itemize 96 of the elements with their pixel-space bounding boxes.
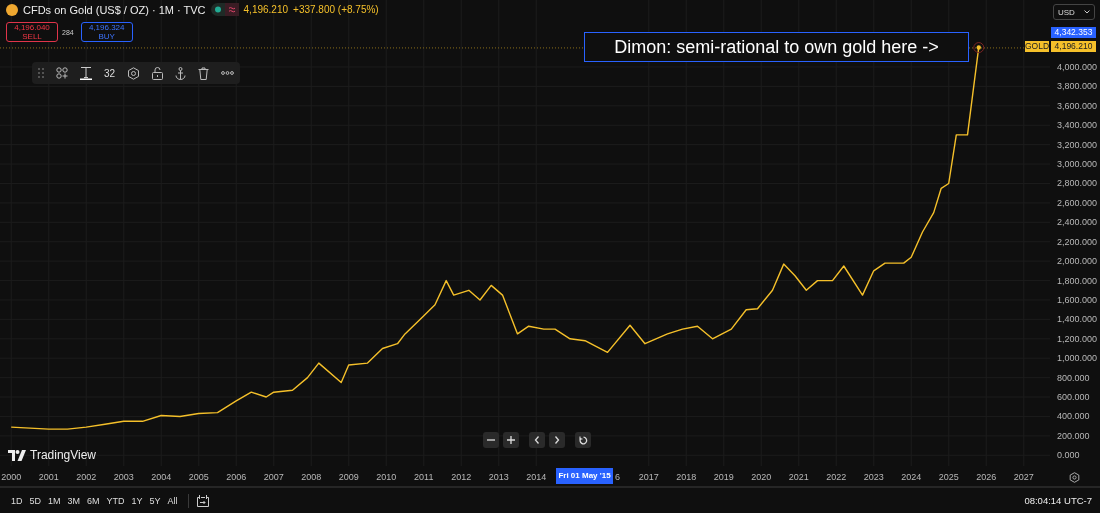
templates-icon[interactable] [56,67,68,79]
time-axis-label: 2004 [151,472,172,482]
price-axis-label: 1,200.000 [1057,333,1098,344]
reset-button[interactable] [575,432,591,448]
time-axis-label: 2014 [526,472,547,482]
time-axis-label: 2007 [263,472,284,482]
market-status-icon [210,3,239,16]
time-axis-label: 2013 [488,472,509,482]
price-axis-label: 1,000.000 [1057,353,1098,364]
price-axis-label: 3,600.000 [1057,100,1098,111]
price-marker-label: 4,342.353 [1051,27,1096,38]
time-axis-label: 2008 [301,472,322,482]
period-button[interactable]: 3M [64,493,84,508]
price-axis-label: 2,200.000 [1057,236,1098,247]
price-axis-label: 600.000 [1057,392,1090,403]
price-axis-label: 3,000.000 [1057,159,1098,170]
time-axis-label: 2020 [751,472,772,482]
price-axis-label: 2,000.000 [1057,256,1098,267]
period-button[interactable]: 1M [45,493,64,508]
coin-icon [6,3,18,16]
time-axis-label: 2012 [451,472,472,482]
last-point-icon [973,42,985,54]
price-axis-label: 2,600.000 [1057,197,1098,208]
currency-dropdown[interactable]: USD [1053,4,1095,20]
anchor-icon[interactable] [175,66,187,80]
period-button[interactable]: 1D [8,493,26,508]
time-axis-label: 2009 [338,472,359,482]
price-change: +337.800 (+8.75%) [293,4,379,15]
scroll-left-button[interactable] [529,432,545,448]
clock-time: 08:04:14 UTC-7 [1024,495,1092,506]
period-button[interactable]: All [164,493,181,508]
time-axis-label: 2006 [226,472,247,482]
price-axis-label: 0.000 [1057,450,1080,461]
time-axis-label: 2017 [638,472,659,482]
zoom-out-button[interactable] [483,432,499,448]
price-axis-label: 2,400.000 [1057,217,1098,228]
font-size-button[interactable]: 32 [103,67,116,79]
price-axis-label: 1,600.000 [1057,294,1098,305]
drag-handle-icon[interactable] [38,68,44,78]
more-icon[interactable] [221,71,234,75]
time-axis-label: 2019 [713,472,734,482]
chevron-left-icon [534,436,540,444]
last-price-label: 4,196.210 [1051,41,1096,52]
calendar-icon[interactable] [195,494,210,507]
time-axis-label: 2027 [1013,472,1034,482]
time-axis-label: 2002 [76,472,97,482]
scroll-right-button[interactable] [549,432,565,448]
time-axis-label: 2023 [863,472,884,482]
crosshair-time-label: Fri 01 May '15 [556,468,613,484]
time-axis-label: 2024 [901,472,922,482]
brand-name: TradingView [30,448,97,462]
price-axis-label: 1,800.000 [1057,275,1098,286]
time-axis-label: 2005 [188,472,209,482]
zoom-in-button[interactable] [503,432,519,448]
text-annotation[interactable]: Dimon: semi-rational to own gold here -> [584,32,969,62]
period-button[interactable]: YTD [103,493,128,508]
time-axis-label: 6 [615,472,620,482]
time-axis-label: 2011 [414,472,434,482]
chevron-right-icon [554,436,560,444]
time-axis-label: 2021 [788,472,809,482]
trash-icon[interactable] [198,66,209,80]
time-axis-label: 2018 [676,472,697,482]
caret-icon [1084,10,1090,14]
time-axis-label: 2000 [1,472,22,482]
price-axis-label: 3,800.000 [1057,81,1098,92]
last-price: 4,196.210 [243,4,289,15]
time-axis-label: 2001 [38,472,59,482]
time-axis-label: 2022 [826,472,847,482]
price-axis-label: 4,000.000 [1057,62,1098,72]
period-button[interactable]: 1Y [128,493,146,508]
price-axis-label: 3,400.000 [1057,120,1098,131]
sell-button[interactable]: 4,196.040 SELL [6,22,58,42]
period-button[interactable]: 6M [84,493,103,508]
plus-icon [507,436,515,444]
time-axis-label: 2010 [376,472,397,482]
settings-icon[interactable] [127,66,141,80]
price-axis-label: 200.000 [1057,430,1090,441]
price-axis-label: 400.000 [1057,411,1090,422]
minus-icon [487,436,495,444]
time-axis-label: 2026 [976,472,997,482]
price-axis-label: 1,400.000 [1057,314,1098,325]
symbol-title[interactable]: CFDs on Gold (US$ / OZ) · 1M · TVC [23,3,206,16]
time-axis-label: 2025 [938,472,959,482]
settings-icon[interactable] [1069,472,1080,483]
tradingview-logo-icon [8,449,26,461]
text-color-button[interactable] [79,66,92,80]
period-button[interactable]: 5Y [146,493,164,508]
price-axis-label: 3,200.000 [1057,139,1098,150]
buy-button[interactable]: 4,196.324 BUY [80,22,133,42]
unlock-icon[interactable] [152,66,164,80]
price-axis-label: 800.000 [1057,372,1090,383]
period-button[interactable]: 5D [26,493,45,508]
time-axis-label: 2003 [113,472,134,482]
symbol-price-tag: GOLD [1025,41,1049,52]
price-axis-label: 2,800.000 [1057,178,1098,189]
reset-icon [578,435,588,445]
